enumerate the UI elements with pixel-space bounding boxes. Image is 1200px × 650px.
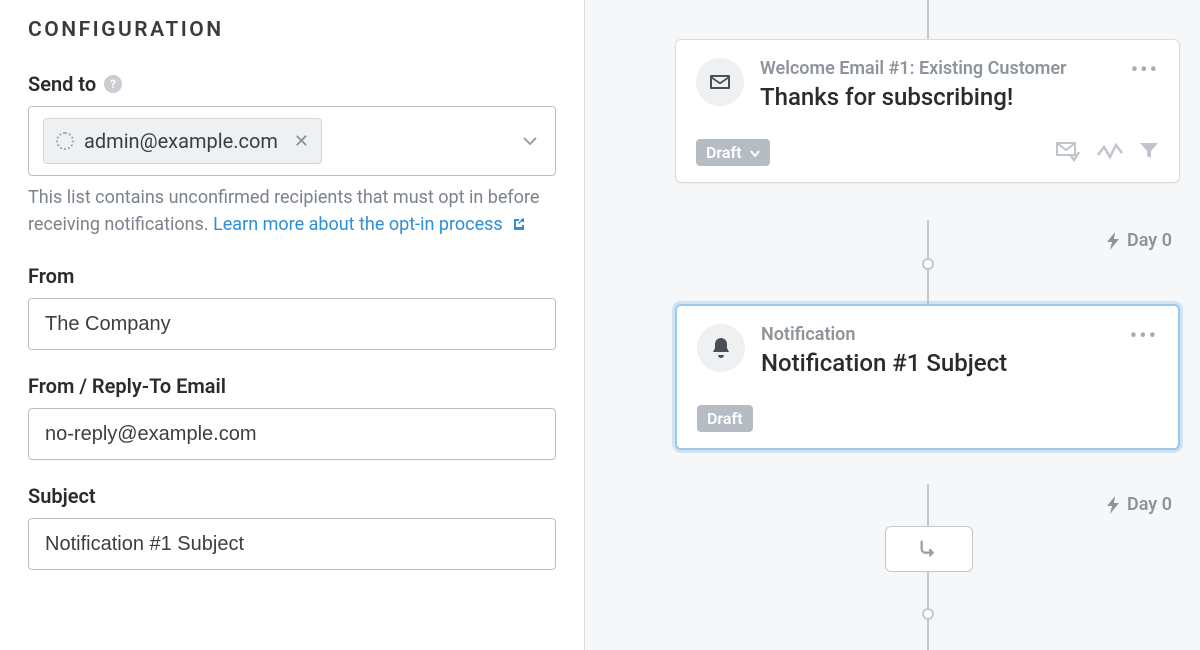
subject-input[interactable] xyxy=(28,518,556,570)
mail-icon xyxy=(696,58,744,106)
field-reply-to: From / Reply-To Email xyxy=(28,374,556,460)
card-more-icon[interactable]: ••• xyxy=(1131,58,1159,82)
opt-in-learn-more-link[interactable]: Learn more about the opt-in process xyxy=(213,214,527,235)
chevron-down-icon[interactable] xyxy=(523,136,537,146)
flow-card-email[interactable]: Welcome Email #1: Existing Customer Than… xyxy=(675,39,1180,183)
reply-to-label: From / Reply-To Email xyxy=(28,374,556,398)
delivered-icon[interactable] xyxy=(1055,140,1081,166)
bolt-icon xyxy=(1107,232,1121,250)
connector-line xyxy=(927,484,929,526)
send-to-label: Send to xyxy=(28,72,96,96)
status-badge-text: Draft xyxy=(706,143,742,162)
card-headline: Notification #1 Subject xyxy=(761,349,1114,377)
field-subject: Subject xyxy=(28,484,556,570)
connector-line xyxy=(927,0,929,40)
branch-icon xyxy=(918,538,940,560)
send-to-helper: This list contains unconfirmed recipient… xyxy=(28,184,556,240)
card-footer: Draft xyxy=(697,405,1158,432)
from-input[interactable] xyxy=(28,298,556,350)
status-badge-text: Draft xyxy=(707,409,743,428)
card-footer-icons xyxy=(1055,140,1159,166)
flow-card-notification[interactable]: Notification Notification #1 Subject •••… xyxy=(675,304,1180,450)
unconfirmed-icon xyxy=(56,132,74,150)
activity-icon[interactable] xyxy=(1097,141,1123,165)
section-title: CONFIGURATION xyxy=(28,18,556,42)
status-badge[interactable]: Draft xyxy=(697,405,753,432)
status-badge[interactable]: Draft xyxy=(696,139,770,166)
filter-icon[interactable] xyxy=(1139,141,1159,165)
day-label: Day 0 xyxy=(1107,494,1172,515)
bolt-icon xyxy=(1107,496,1121,514)
flow-node-dot xyxy=(922,608,934,620)
configuration-panel: CONFIGURATION Send to ? admin@example.co… xyxy=(0,0,585,650)
card-more-icon[interactable]: ••• xyxy=(1130,324,1158,348)
card-titles: Notification Notification #1 Subject xyxy=(761,324,1114,377)
send-to-label-row: Send to ? xyxy=(28,72,556,96)
field-from: From xyxy=(28,264,556,350)
card-titles: Welcome Email #1: Existing Customer Than… xyxy=(760,58,1115,111)
recipient-chip: admin@example.com ✕ xyxy=(43,118,322,164)
branch-node[interactable] xyxy=(885,526,973,572)
bell-icon xyxy=(697,324,745,372)
recipient-chip-text: admin@example.com xyxy=(84,129,278,153)
card-overline: Notification xyxy=(761,324,1114,345)
card-headline: Thanks for subscribing! xyxy=(760,83,1115,111)
day-label: Day 0 xyxy=(1107,230,1172,251)
remove-recipient-icon[interactable]: ✕ xyxy=(294,131,309,152)
flow-canvas[interactable]: Welcome Email #1: Existing Customer Than… xyxy=(585,0,1200,650)
help-icon[interactable]: ? xyxy=(104,75,122,93)
subject-label: Subject xyxy=(28,484,556,508)
reply-to-input[interactable] xyxy=(28,408,556,460)
card-footer: Draft xyxy=(696,139,1159,166)
caret-down-icon xyxy=(750,143,760,162)
card-header: Notification Notification #1 Subject ••• xyxy=(697,324,1158,377)
external-link-icon xyxy=(511,213,527,240)
send-to-select[interactable]: admin@example.com ✕ xyxy=(28,106,556,176)
card-header: Welcome Email #1: Existing Customer Than… xyxy=(696,58,1159,111)
card-overline: Welcome Email #1: Existing Customer xyxy=(760,58,1115,79)
flow-node-dot xyxy=(922,258,934,270)
from-label: From xyxy=(28,264,556,288)
field-send-to: Send to ? admin@example.com ✕ This list … xyxy=(28,72,556,240)
